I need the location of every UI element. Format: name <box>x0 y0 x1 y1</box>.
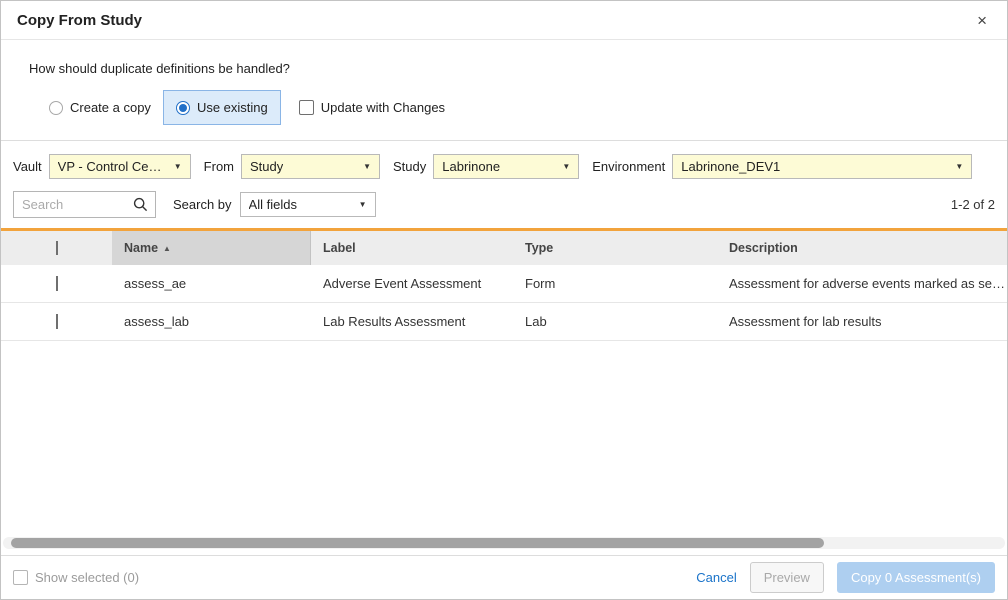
chevron-down-icon: ▼ <box>562 162 570 171</box>
environment-dropdown-value: Labrinone_DEV1 <box>681 159 780 174</box>
duplicate-options-row: Create a copy Use existing Update with C… <box>37 90 1007 125</box>
search-by-label: Search by <box>173 197 232 212</box>
environment-label: Environment <box>592 159 665 174</box>
column-header-label: Name <box>124 241 158 255</box>
cell-description: Assessment for adverse events marked as … <box>717 276 1007 291</box>
duplicate-question: How should duplicate definitions be hand… <box>29 61 1007 76</box>
cell-type: Lab <box>513 314 717 329</box>
show-selected-label: Show selected (0) <box>35 570 139 585</box>
header-checkbox-cell <box>1 241 112 255</box>
cell-name: assess_lab <box>112 314 311 329</box>
table-header-row: Name ▲ Label Type Description <box>1 231 1007 265</box>
cell-label: Lab Results Assessment <box>311 314 513 329</box>
radio-option-use-existing[interactable]: Use existing <box>163 90 281 125</box>
copy-button[interactable]: Copy 0 Assessment(s) <box>837 562 995 593</box>
chevron-down-icon: ▼ <box>359 200 367 209</box>
table-empty-area <box>1 341 1007 537</box>
row-checkbox-cell <box>1 276 112 291</box>
radio-option-create-a-copy[interactable]: Create a copy <box>37 91 163 124</box>
update-with-changes-checkbox[interactable] <box>299 100 314 115</box>
footer-actions: Cancel Preview Copy 0 Assessment(s) <box>696 562 995 593</box>
cell-description: Assessment for lab results <box>717 314 1007 329</box>
from-label: From <box>204 159 234 174</box>
cancel-link[interactable]: Cancel <box>696 570 736 585</box>
row-checkbox[interactable] <box>56 314 58 329</box>
study-dropdown-value: Labrinone <box>442 159 500 174</box>
vault-dropdown[interactable]: VP - Control Cen… ▼ <box>49 154 191 179</box>
radio-option-label: Use existing <box>197 100 268 115</box>
preview-button[interactable]: Preview <box>750 562 824 593</box>
chevron-down-icon: ▼ <box>174 162 182 171</box>
table-row[interactable]: assess_ae Adverse Event Assessment Form … <box>1 265 1007 303</box>
result-count: 1-2 of 2 <box>951 197 995 212</box>
copy-from-study-dialog: Copy From Study × How should duplicate d… <box>0 0 1008 600</box>
dialog-footer: Show selected (0) Cancel Preview Copy 0 … <box>1 555 1007 599</box>
from-dropdown[interactable]: Study ▼ <box>241 154 380 179</box>
column-header-label-col[interactable]: Label <box>311 241 513 255</box>
dialog-header: Copy From Study × <box>1 1 1007 40</box>
show-selected-checkbox[interactable] <box>13 570 28 585</box>
radio-icon-selected[interactable] <box>176 101 190 115</box>
row-checkbox[interactable] <box>56 276 58 291</box>
chevron-down-icon: ▼ <box>955 162 963 171</box>
close-icon[interactable]: × <box>973 10 991 31</box>
show-selected-option[interactable]: Show selected (0) <box>13 570 139 585</box>
search-by-dropdown[interactable]: All fields ▼ <box>240 192 376 217</box>
update-with-changes-label: Update with Changes <box>321 100 445 115</box>
column-header-name[interactable]: Name ▲ <box>112 231 311 265</box>
column-header-description[interactable]: Description <box>717 241 1007 255</box>
assessments-table: Name ▲ Label Type Description assess_ae … <box>1 228 1007 341</box>
radio-icon[interactable] <box>49 101 63 115</box>
study-dropdown[interactable]: Labrinone ▼ <box>433 154 579 179</box>
dialog-title: Copy From Study <box>17 12 142 29</box>
column-header-type[interactable]: Type <box>513 241 717 255</box>
search-by-dropdown-value: All fields <box>249 197 297 212</box>
radio-option-label: Create a copy <box>70 100 151 115</box>
table-body: assess_ae Adverse Event Assessment Form … <box>1 265 1007 341</box>
select-all-checkbox[interactable] <box>56 241 58 255</box>
cell-name: assess_ae <box>112 276 311 291</box>
sort-ascending-icon: ▲ <box>163 244 171 253</box>
search-icon[interactable] <box>133 197 148 212</box>
filters-row: Vault VP - Control Cen… ▼ From Study ▼ S… <box>1 141 1007 191</box>
search-box[interactable] <box>13 191 156 218</box>
from-dropdown-value: Study <box>250 159 283 174</box>
table-row[interactable]: assess_lab Lab Results Assessment Lab As… <box>1 303 1007 341</box>
chevron-down-icon: ▼ <box>363 162 371 171</box>
vault-label: Vault <box>13 159 42 174</box>
environment-dropdown[interactable]: Labrinone_DEV1 ▼ <box>672 154 972 179</box>
search-row: Search by All fields ▼ 1-2 of 2 <box>1 191 1007 228</box>
update-with-changes-option[interactable]: Update with Changes <box>299 100 445 115</box>
study-label: Study <box>393 159 426 174</box>
vault-dropdown-value: VP - Control Cen… <box>58 159 166 174</box>
cell-label: Adverse Event Assessment <box>311 276 513 291</box>
search-input[interactable] <box>22 197 133 212</box>
row-checkbox-cell <box>1 314 112 329</box>
scrollbar-thumb[interactable] <box>11 538 824 548</box>
horizontal-scrollbar[interactable] <box>3 537 1005 549</box>
cell-type: Form <box>513 276 717 291</box>
